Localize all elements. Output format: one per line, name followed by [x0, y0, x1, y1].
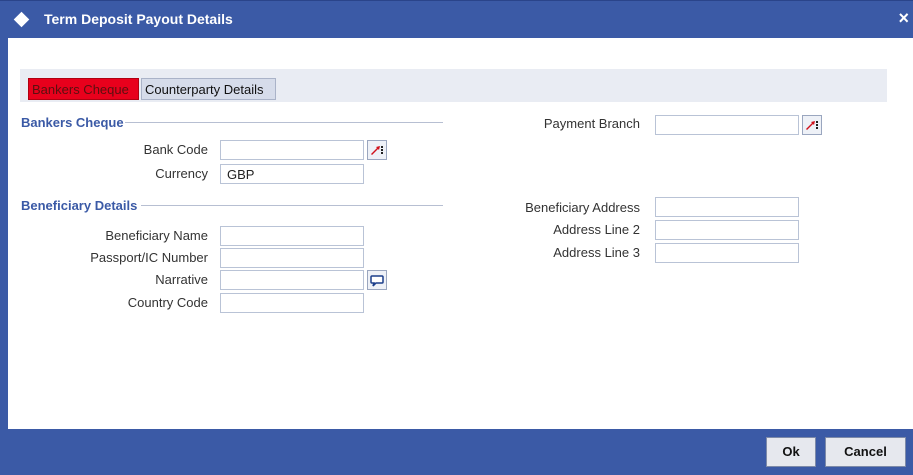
currency-label: Currency [155, 166, 208, 181]
address-line-2-field[interactable] [655, 220, 799, 240]
country-code-field[interactable] [220, 293, 364, 313]
beneficiary-name-label: Beneficiary Name [105, 228, 208, 243]
bank-code-lov-icon[interactable] [367, 140, 387, 160]
currency-field[interactable] [220, 164, 364, 184]
app-diamond-icon [13, 11, 30, 28]
window-title: Term Deposit Payout Details [44, 11, 233, 27]
content-area: Bankers Cheque Counterparty Details Bank… [8, 38, 913, 438]
section-title-bankers-cheque: Bankers Cheque [21, 115, 124, 130]
ok-button[interactable]: Ok [766, 437, 816, 467]
beneficiary-address-label: Beneficiary Address [525, 200, 640, 215]
window-left-border [0, 38, 8, 438]
beneficiary-address-field[interactable] [655, 197, 799, 217]
passport-ic-number-field[interactable] [220, 248, 364, 268]
tab-bankers-cheque[interactable]: Bankers Cheque [28, 78, 139, 100]
bank-code-field[interactable] [220, 140, 364, 160]
narrative-label: Narrative [155, 272, 208, 287]
address-line-3-label: Address Line 3 [553, 245, 640, 260]
address-line-2-label: Address Line 2 [553, 222, 640, 237]
section-divider [141, 205, 443, 206]
country-code-label: Country Code [127, 295, 208, 310]
passport-ic-number-label: Passport/IC Number [90, 250, 208, 265]
tab-counterparty-details[interactable]: Counterparty Details [141, 78, 276, 100]
section-title-beneficiary-details: Beneficiary Details [21, 198, 138, 213]
close-icon[interactable]: × [898, 8, 909, 29]
cancel-button[interactable]: Cancel [825, 437, 906, 467]
payment-branch-label: Payment Branch [543, 116, 640, 131]
beneficiary-name-field[interactable] [220, 226, 364, 246]
section-divider [125, 122, 443, 123]
bank-code-label: Bank Code [143, 142, 208, 157]
narrative-field[interactable] [220, 270, 364, 290]
address-line-3-field[interactable] [655, 243, 799, 263]
payment-branch-field[interactable] [655, 115, 799, 135]
title-bar[interactable]: Term Deposit Payout Details × [0, 0, 913, 38]
narrative-speech-bubble-icon[interactable] [367, 270, 387, 290]
tab-strip: Bankers Cheque Counterparty Details [20, 69, 887, 102]
term-deposit-payout-window: Term Deposit Payout Details × Bankers Ch… [0, 0, 913, 475]
payment-branch-lov-icon[interactable] [802, 115, 822, 135]
